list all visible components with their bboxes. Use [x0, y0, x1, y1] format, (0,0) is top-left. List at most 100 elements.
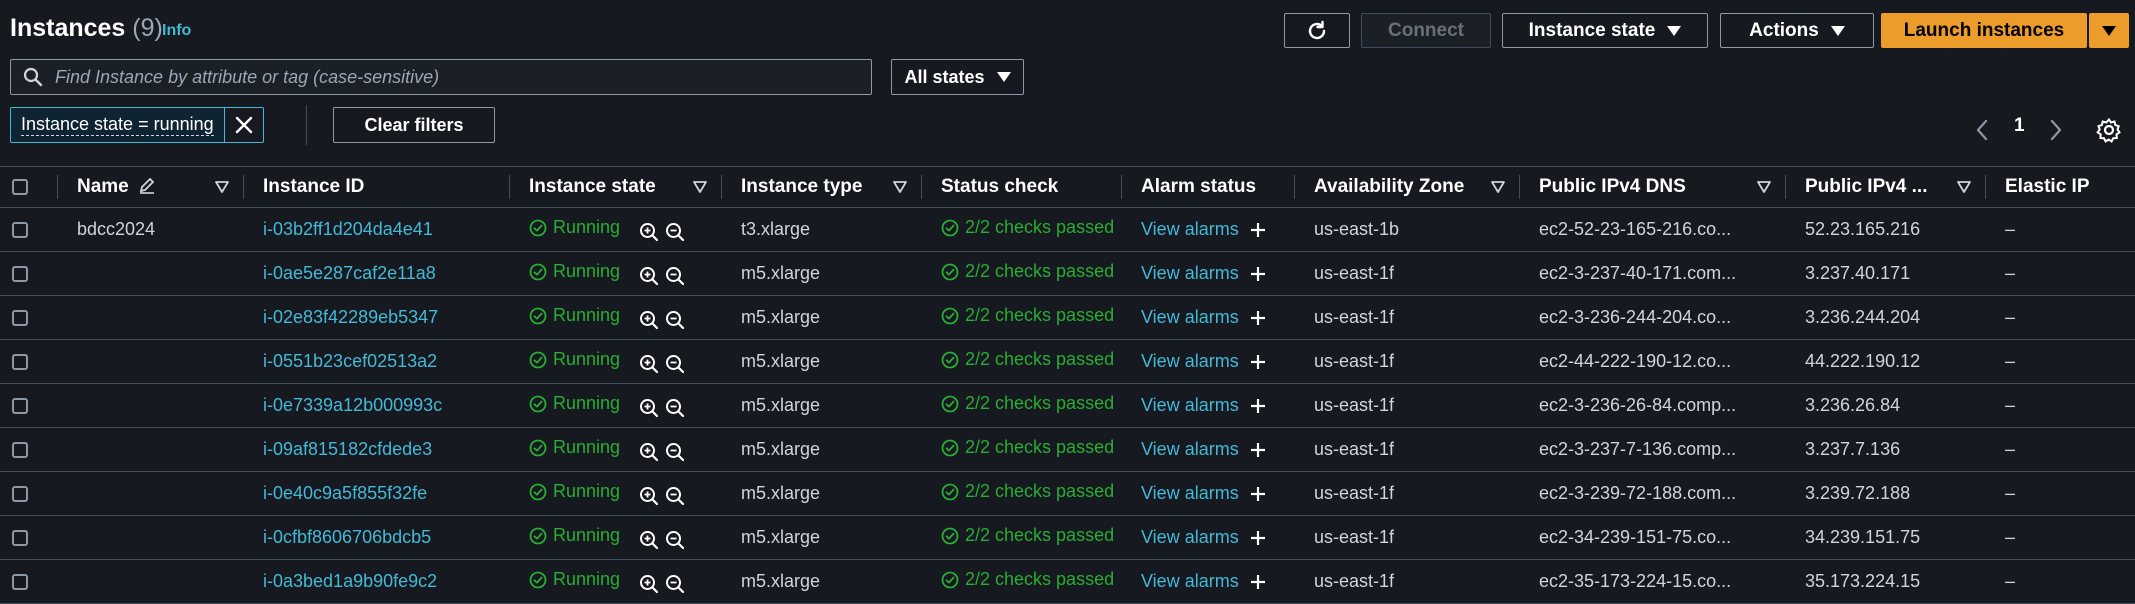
- zoom-out-icon[interactable]: [665, 442, 685, 462]
- table-row[interactable]: i-0551b23cef02513a2 Running m5.xlarge 2/…: [0, 339, 2135, 384]
- plus-icon[interactable]: [1249, 265, 1267, 283]
- instance-id-link[interactable]: i-0a3bed1a9b90fe9c2: [263, 571, 437, 591]
- plus-icon[interactable]: [1249, 441, 1267, 459]
- remove-filter-button[interactable]: [223, 108, 263, 142]
- plus-icon[interactable]: [1249, 485, 1267, 503]
- instance-id-link[interactable]: i-0551b23cef02513a2: [263, 351, 437, 371]
- instance-id-link[interactable]: i-02e83f42289eb5347: [263, 307, 438, 327]
- page-number[interactable]: 1: [2014, 115, 2025, 137]
- zoom-in-icon[interactable]: [639, 486, 659, 506]
- table-row[interactable]: i-02e83f42289eb5347 Running m5.xlarge 2/…: [0, 295, 2135, 340]
- column-header-instance-id[interactable]: Instance ID: [243, 166, 509, 208]
- filter-token-label[interactable]: Instance state = running: [11, 108, 224, 142]
- view-alarms-link[interactable]: View alarms: [1141, 483, 1239, 504]
- zoom-out-icon[interactable]: [665, 310, 685, 330]
- view-alarms-link[interactable]: View alarms: [1141, 395, 1239, 416]
- states-select[interactable]: All states: [891, 59, 1024, 95]
- zoom-out-icon[interactable]: [665, 266, 685, 286]
- status-indicator: 2/2 checks passed: [941, 481, 1114, 502]
- instance-type-text: t3.xlarge: [741, 219, 811, 239]
- sort-icon[interactable]: [893, 181, 907, 193]
- zoom-in-icon[interactable]: [639, 442, 659, 462]
- settings-gear-icon[interactable]: [2096, 117, 2122, 143]
- instance-id-link[interactable]: i-09af815182cfdede3: [263, 439, 432, 459]
- view-alarms-link[interactable]: View alarms: [1141, 307, 1239, 328]
- view-alarms-link[interactable]: View alarms: [1141, 263, 1239, 284]
- instance-id-link[interactable]: i-0cfbf8606706bdcb5: [263, 527, 431, 547]
- zoom-out-icon[interactable]: [665, 398, 685, 418]
- zoom-in-icon[interactable]: [639, 266, 659, 286]
- zoom-out-icon[interactable]: [665, 574, 685, 594]
- view-alarms-link[interactable]: View alarms: [1141, 219, 1239, 240]
- row-checkbox[interactable]: [12, 530, 28, 547]
- table-row[interactable]: i-0e40c9a5f855f32fe Running m5.xlarge 2/…: [0, 471, 2135, 516]
- instance-state-dropdown[interactable]: Instance state: [1502, 13, 1708, 48]
- check-circle-icon: [941, 483, 959, 501]
- next-page-icon[interactable]: [2048, 118, 2064, 142]
- table-row[interactable]: i-0e7339a12b000993c Running m5.xlarge 2/…: [0, 383, 2135, 428]
- launch-options-button[interactable]: [2089, 13, 2129, 48]
- sort-icon[interactable]: [693, 181, 707, 193]
- row-checkbox[interactable]: [12, 486, 28, 503]
- column-header-public-ipv4-dns[interactable]: Public IPv4 DNS: [1519, 166, 1785, 208]
- launch-instances-button[interactable]: Launch instances: [1881, 13, 2087, 48]
- table-row[interactable]: bdcc2024 i-03b2ff1d204da4e41 Running t3.…: [0, 207, 2135, 252]
- view-alarms-link[interactable]: View alarms: [1141, 351, 1239, 372]
- row-checkbox[interactable]: [12, 310, 28, 327]
- zoom-in-icon[interactable]: [639, 310, 659, 330]
- sort-icon[interactable]: [1491, 181, 1505, 193]
- zoom-out-icon[interactable]: [665, 486, 685, 506]
- refresh-button[interactable]: [1284, 13, 1350, 48]
- select-all-checkbox[interactable]: [12, 179, 28, 195]
- row-checkbox[interactable]: [12, 222, 28, 239]
- search-input[interactable]: [53, 65, 871, 89]
- column-header-status-check[interactable]: Status check: [921, 166, 1121, 208]
- column-header-public-ipv4[interactable]: Public IPv4 ...: [1785, 166, 1985, 208]
- sort-icon[interactable]: [1957, 181, 1971, 193]
- column-header-instance-state[interactable]: Instance state: [509, 166, 721, 208]
- row-checkbox[interactable]: [12, 266, 28, 283]
- sort-icon[interactable]: [215, 181, 229, 193]
- previous-page-icon[interactable]: [1974, 118, 1990, 142]
- instance-id-link[interactable]: i-03b2ff1d204da4e41: [263, 219, 433, 239]
- plus-icon[interactable]: [1249, 353, 1267, 371]
- table-row[interactable]: i-0cfbf8606706bdcb5 Running m5.xlarge 2/…: [0, 515, 2135, 560]
- column-header-elastic-ip[interactable]: Elastic IP: [1985, 166, 2135, 208]
- instance-id-link[interactable]: i-0ae5e287caf2e11a8: [263, 263, 436, 283]
- column-header-instance-type[interactable]: Instance type: [721, 166, 921, 208]
- plus-icon[interactable]: [1249, 573, 1267, 591]
- column-header-name[interactable]: Name: [57, 166, 243, 208]
- zoom-in-icon[interactable]: [639, 222, 659, 242]
- table-row[interactable]: i-09af815182cfdede3 Running m5.xlarge 2/…: [0, 427, 2135, 472]
- connect-button[interactable]: Connect: [1361, 13, 1491, 48]
- row-checkbox[interactable]: [12, 442, 28, 459]
- zoom-in-icon[interactable]: [639, 574, 659, 594]
- column-header-availability-zone[interactable]: Availability Zone: [1294, 166, 1519, 208]
- zoom-out-icon[interactable]: [665, 222, 685, 242]
- view-alarms-link[interactable]: View alarms: [1141, 527, 1239, 548]
- zoom-out-icon[interactable]: [665, 354, 685, 374]
- clear-filters-button[interactable]: Clear filters: [333, 107, 495, 143]
- zoom-out-icon[interactable]: [665, 530, 685, 550]
- row-checkbox[interactable]: [12, 398, 28, 415]
- plus-icon[interactable]: [1249, 529, 1267, 547]
- view-alarms-link[interactable]: View alarms: [1141, 439, 1239, 460]
- zoom-in-icon[interactable]: [639, 398, 659, 418]
- zoom-in-icon[interactable]: [639, 530, 659, 550]
- info-link[interactable]: Info: [162, 22, 191, 40]
- plus-icon[interactable]: [1249, 309, 1267, 327]
- column-header-alarm-status[interactable]: Alarm status: [1121, 166, 1294, 208]
- table-row[interactable]: i-0ae5e287caf2e11a8 Running m5.xlarge 2/…: [0, 251, 2135, 296]
- zoom-in-icon[interactable]: [639, 354, 659, 374]
- instance-id-link[interactable]: i-0e40c9a5f855f32fe: [263, 483, 427, 503]
- row-checkbox[interactable]: [12, 354, 28, 371]
- instance-id-link[interactable]: i-0e7339a12b000993c: [263, 395, 442, 415]
- view-alarms-link[interactable]: View alarms: [1141, 571, 1239, 592]
- row-checkbox[interactable]: [12, 574, 28, 591]
- actions-dropdown[interactable]: Actions: [1720, 13, 1874, 48]
- state-text: Running: [553, 437, 621, 458]
- sort-icon[interactable]: [1757, 181, 1771, 193]
- plus-icon[interactable]: [1249, 397, 1267, 415]
- plus-icon[interactable]: [1249, 221, 1267, 239]
- table-row[interactable]: i-0a3bed1a9b90fe9c2 Running m5.xlarge 2/…: [0, 559, 2135, 604]
